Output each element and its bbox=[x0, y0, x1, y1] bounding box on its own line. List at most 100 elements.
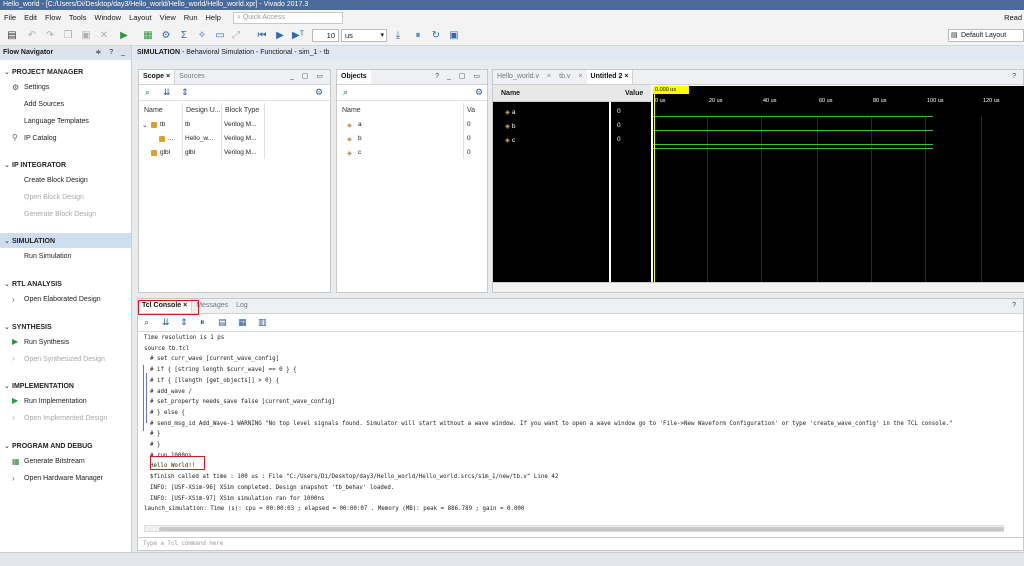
wave-signal[interactable]: ◈ b bbox=[505, 122, 515, 130]
tab-scope[interactable]: Scope × bbox=[139, 70, 176, 84]
restart-sim-icon[interactable]: ⏮ bbox=[256, 30, 268, 42]
menu-tools[interactable]: Tools bbox=[65, 10, 91, 26]
table-row[interactable]: ... bbox=[168, 135, 173, 142]
gear-icon[interactable]: ⚙ bbox=[315, 87, 323, 98]
section-simulation[interactable]: ⌄ SIMULATION bbox=[4, 237, 55, 245]
expand-icon[interactable]: ⤢ bbox=[230, 30, 242, 42]
close-icon[interactable]: × bbox=[166, 73, 170, 80]
object-row[interactable]: a bbox=[358, 121, 362, 128]
col-design-unit[interactable]: Design U... bbox=[186, 107, 221, 114]
table-icon[interactable]: ▦ bbox=[238, 317, 247, 328]
wave-signal[interactable]: ◈ c bbox=[505, 136, 515, 144]
object-row[interactable]: b bbox=[358, 135, 362, 142]
section-synthesis[interactable]: ⌄ SYNTHESIS bbox=[4, 323, 52, 331]
close-icon[interactable]: × bbox=[543, 70, 555, 84]
break-icon[interactable]: ⏸ bbox=[412, 30, 424, 42]
nav-run-implementation[interactable]: Run Implementation bbox=[24, 398, 87, 405]
menu-layout[interactable]: Layout bbox=[125, 10, 156, 26]
menu-file[interactable]: File bbox=[0, 10, 20, 26]
search-icon[interactable]: ⌕ bbox=[145, 87, 150, 98]
collapse-all-icon[interactable]: ⇊ bbox=[162, 317, 170, 328]
col-block-type[interactable]: Block Type bbox=[225, 107, 259, 114]
search-icon[interactable]: ⌕ bbox=[144, 317, 149, 328]
close-icon[interactable]: × bbox=[624, 73, 628, 80]
copy-icon[interactable]: ▤ bbox=[218, 317, 227, 328]
col-value[interactable]: Va bbox=[467, 107, 475, 114]
tab-tb-v[interactable]: tb.v bbox=[555, 70, 574, 84]
nav-run-simulation[interactable]: Run Simulation bbox=[24, 253, 71, 260]
horizontal-scrollbar[interactable] bbox=[493, 282, 1024, 292]
clear-icon[interactable]: ▥ bbox=[258, 317, 267, 328]
relaunch-icon[interactable]: ↻ bbox=[430, 30, 442, 42]
step-icon[interactable]: ⤓ bbox=[392, 30, 404, 42]
nav-ip-catalog[interactable]: IP Catalog bbox=[24, 135, 57, 142]
tab-sources[interactable]: Sources bbox=[175, 70, 209, 84]
nav-open-elaborated-design[interactable]: Open Elaborated Design bbox=[24, 296, 101, 303]
settings-gear-icon[interactable]: ⚙ bbox=[160, 30, 172, 42]
panel-controls[interactable]: ≑ ? _ bbox=[95, 46, 128, 60]
expand-all-icon[interactable]: ⇕ bbox=[180, 317, 188, 328]
panel-controls[interactable]: _ ▢ ▭ bbox=[290, 70, 326, 84]
sum-icon[interactable]: Σ bbox=[178, 30, 190, 42]
wave-signal[interactable]: ◈ a bbox=[505, 108, 515, 116]
copy-icon[interactable]: ❐ bbox=[62, 30, 74, 42]
chevron-down-icon[interactable]: ⌄ bbox=[142, 121, 147, 129]
tab-untitled-2[interactable]: Untitled 2 × bbox=[586, 70, 634, 84]
collapse-all-icon[interactable]: ⇊ bbox=[163, 87, 171, 98]
layout-select[interactable]: ▤ Default Layout bbox=[948, 29, 1024, 42]
nav-run-synthesis[interactable]: Run Synthesis bbox=[24, 339, 69, 346]
cursor-line[interactable] bbox=[654, 94, 655, 282]
col-name[interactable]: Name bbox=[144, 107, 163, 114]
paste-icon[interactable]: ▣ bbox=[80, 30, 92, 42]
redo-icon[interactable]: ↷ bbox=[44, 30, 56, 42]
layout-split-icon[interactable]: ▭ bbox=[214, 30, 226, 42]
undo-icon[interactable]: ↶ bbox=[26, 30, 38, 42]
col-name[interactable]: Name bbox=[342, 107, 361, 114]
run-for-icon[interactable]: ▶ᵀ bbox=[292, 30, 304, 42]
section-ip-integrator[interactable]: ⌄ IP INTEGRATOR bbox=[4, 161, 66, 169]
nav-open-hardware-manager[interactable]: Open Hardware Manager bbox=[24, 475, 103, 482]
pause-icon[interactable]: ⏸ bbox=[200, 317, 205, 328]
search-icon[interactable]: ⌕ bbox=[343, 87, 348, 98]
close-icon[interactable]: × bbox=[574, 70, 586, 84]
run-time-input[interactable]: 10 bbox=[312, 29, 339, 42]
tab-hello-world-v[interactable]: Hello_world.v bbox=[493, 70, 543, 84]
tab-objects[interactable]: Objects bbox=[337, 70, 371, 84]
menu-view[interactable]: View bbox=[156, 10, 180, 26]
menu-flow[interactable]: Flow bbox=[41, 10, 65, 26]
menu-edit[interactable]: Edit bbox=[20, 10, 41, 26]
gear-icon[interactable]: ⚙ bbox=[475, 87, 483, 98]
menu-help[interactable]: Help bbox=[202, 10, 225, 26]
run-all-icon[interactable]: ▶ bbox=[274, 30, 286, 42]
section-project-manager[interactable]: ⌄ PROJECT MANAGER bbox=[4, 68, 83, 76]
nav-language-templates[interactable]: Language Templates bbox=[24, 118, 89, 125]
section-implementation[interactable]: ⌄ IMPLEMENTATION bbox=[4, 382, 74, 390]
cursor-label[interactable]: 0.000 us bbox=[653, 86, 689, 94]
run-time-unit-select[interactable]: us ▾ bbox=[341, 29, 387, 42]
expand-all-icon[interactable]: ⇕ bbox=[181, 87, 189, 98]
cross-icon[interactable]: ✧ bbox=[196, 30, 208, 42]
quick-access-search[interactable]: ⌕ Quick Access bbox=[232, 12, 343, 24]
panel-controls[interactable]: ? _ ▢ ▭ bbox=[435, 70, 483, 84]
waveform-canvas[interactable]: 0.000 us 0 us 20 us 40 us 60 us 80 us 10… bbox=[653, 86, 1024, 282]
run-icon[interactable]: ▶ bbox=[118, 30, 130, 42]
delete-icon[interactable]: ✕ bbox=[98, 30, 110, 42]
program-device-icon[interactable]: ▦ bbox=[142, 30, 154, 42]
menu-window[interactable]: Window bbox=[90, 10, 125, 26]
dashboard-icon[interactable]: ▣ bbox=[448, 30, 460, 42]
section-rtl-analysis[interactable]: ⌄ RTL ANALYSIS bbox=[4, 280, 62, 288]
tcl-command-input[interactable]: Type a Tcl command here bbox=[138, 537, 1024, 551]
new-project-icon[interactable]: ▤ bbox=[6, 30, 18, 42]
nav-add-sources[interactable]: Add Sources bbox=[24, 101, 64, 108]
section-program-debug[interactable]: ⌄ PROGRAM AND DEBUG bbox=[4, 442, 93, 450]
tab-log[interactable]: Log bbox=[232, 299, 252, 313]
nav-create-block-design[interactable]: Create Block Design bbox=[24, 177, 88, 184]
table-row[interactable]: glbl bbox=[160, 149, 170, 156]
table-row[interactable]: tb bbox=[160, 121, 165, 128]
menu-run[interactable]: Run bbox=[180, 10, 202, 26]
horizontal-scrollbar[interactable] bbox=[144, 525, 1004, 532]
nav-generate-bitstream[interactable]: Generate Bitstream bbox=[24, 458, 85, 465]
nav-settings[interactable]: Settings bbox=[24, 84, 49, 91]
object-row[interactable]: c bbox=[358, 149, 361, 156]
help-icon[interactable]: ? bbox=[1012, 70, 1019, 84]
